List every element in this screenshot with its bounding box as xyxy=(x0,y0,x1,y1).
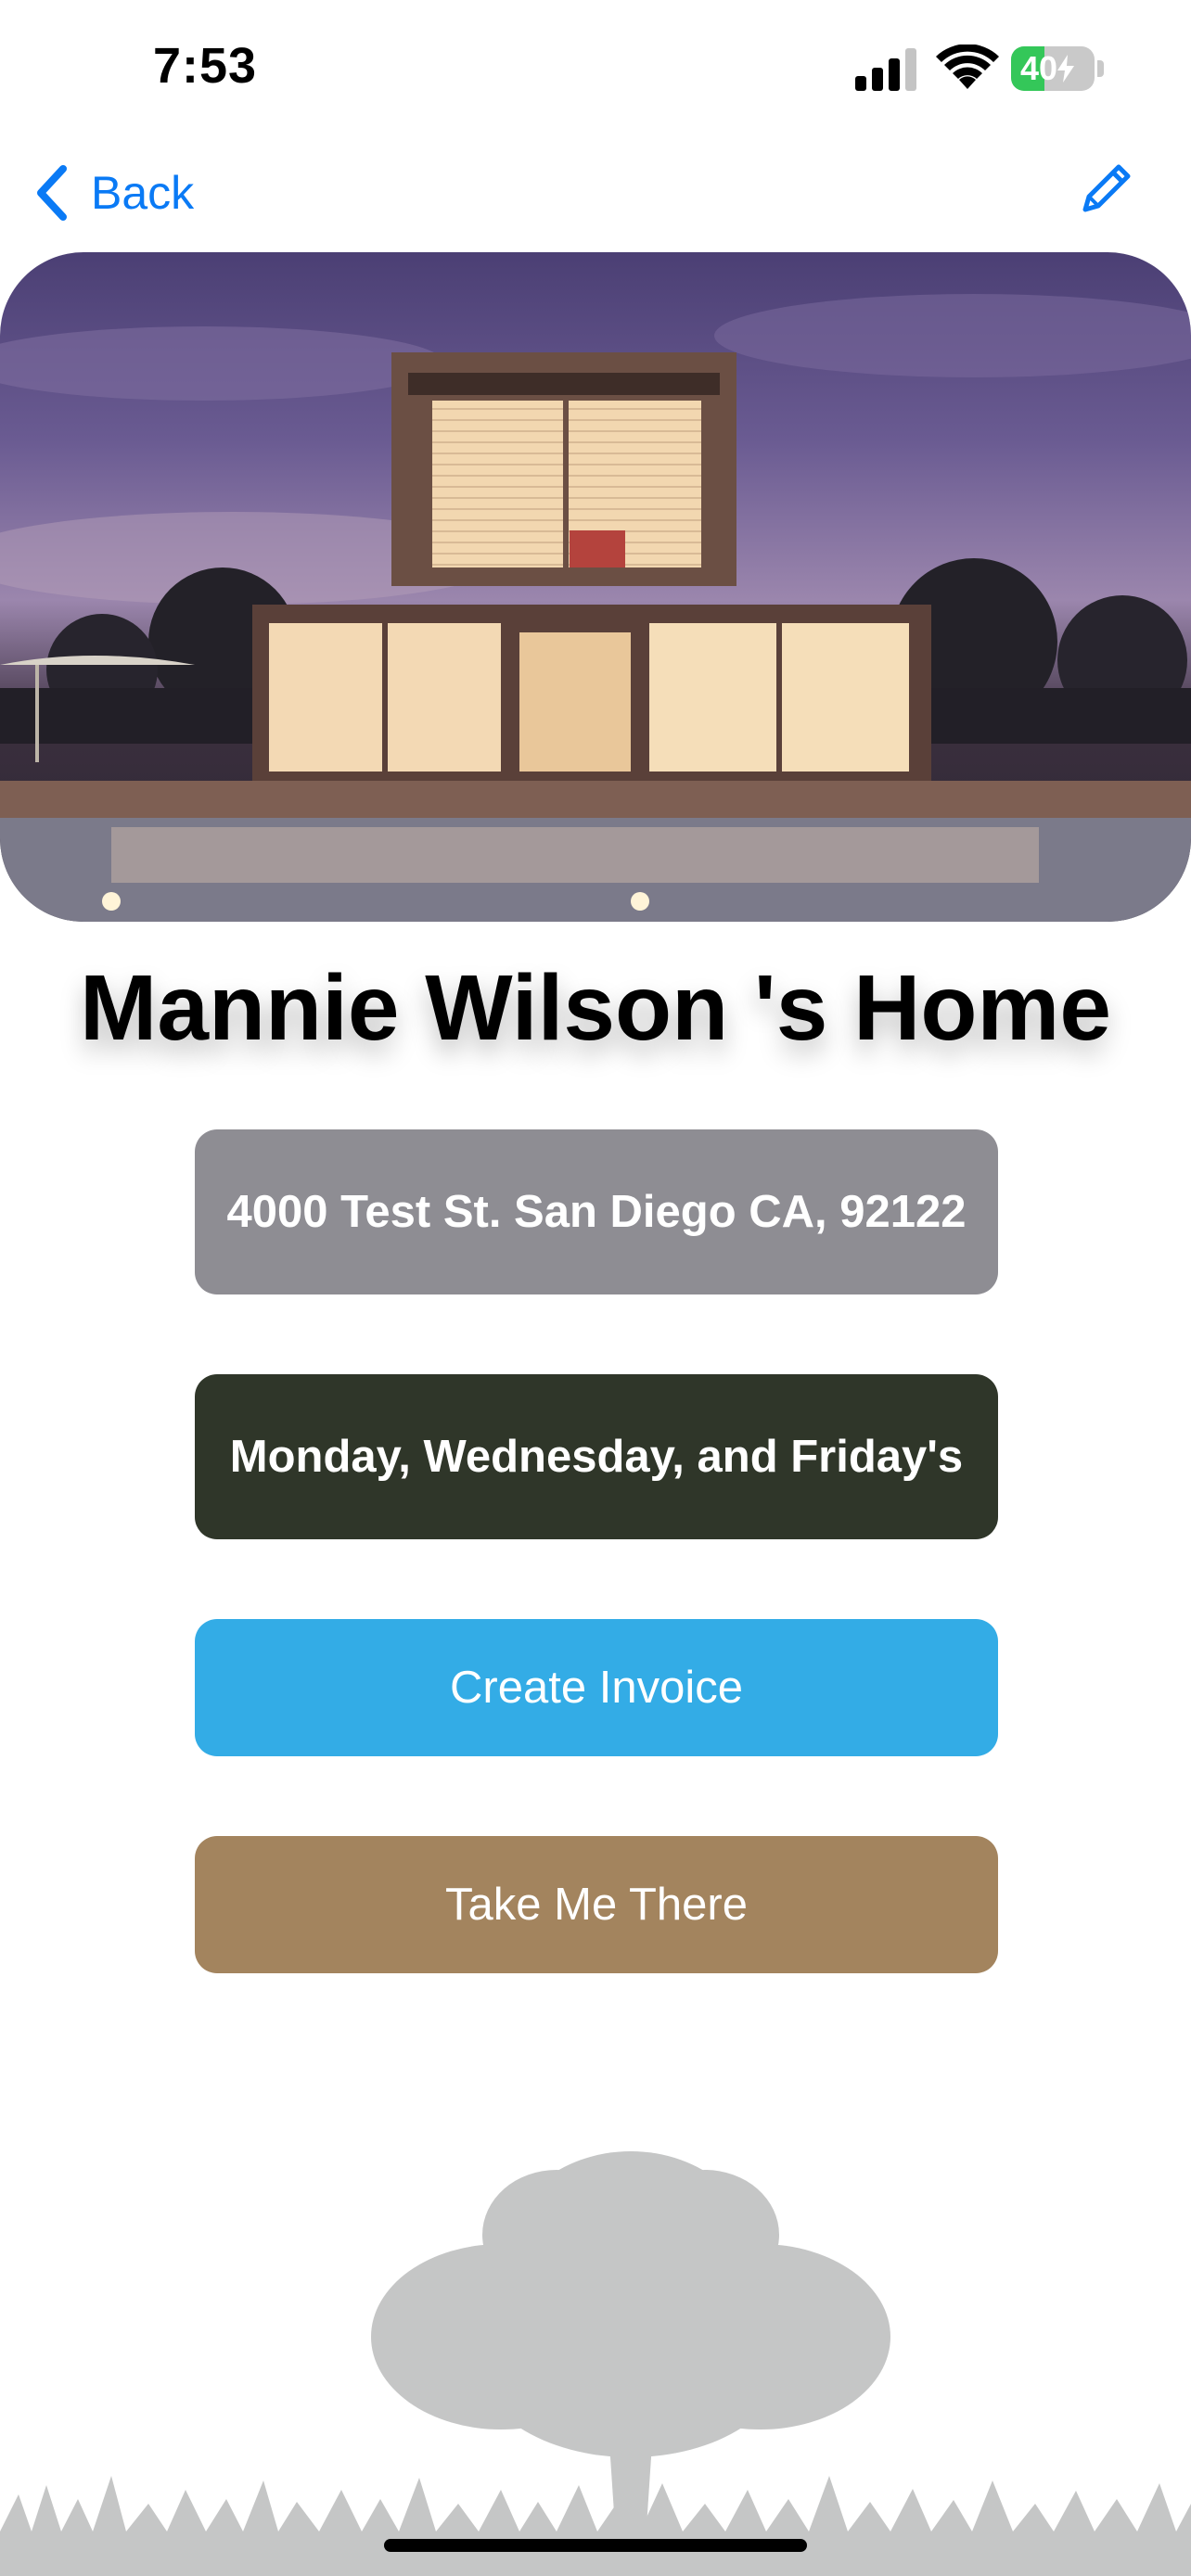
chevron-left-icon xyxy=(37,165,67,221)
tree-illustration xyxy=(0,2151,1191,2576)
schedule-label: Monday, Wednesday, and Friday's xyxy=(195,1374,998,1539)
create-invoice-button[interactable]: Create Invoice xyxy=(195,1619,998,1756)
bolt-icon xyxy=(1057,55,1075,83)
signal-icon xyxy=(855,48,916,91)
home-photo xyxy=(0,252,1191,922)
home-indicator xyxy=(384,2539,807,2552)
back-button[interactable]: Back xyxy=(33,158,194,228)
status-time: 7:53 xyxy=(153,38,258,94)
battery-level: 40 xyxy=(1019,49,1058,87)
status-bar: 7:53 40 xyxy=(0,0,1191,139)
wifi-icon xyxy=(936,45,999,89)
back-label: Back xyxy=(91,167,195,219)
house-illustration xyxy=(0,294,1191,922)
take-me-there-button[interactable]: Take Me There xyxy=(195,1836,998,1973)
battery-cap xyxy=(1097,60,1104,77)
address-label: 4000 Test St. San Diego CA, 92122 xyxy=(195,1129,998,1294)
property-detail-screen: 7:53 40 Back Mannie Wilson 's Home 4000 … xyxy=(0,0,1191,2576)
battery-charging-icon: 40 xyxy=(1011,46,1104,93)
pencil-icon[interactable] xyxy=(1076,159,1135,219)
page-title: Mannie Wilson 's Home xyxy=(80,956,1111,1060)
battery-body: 40 xyxy=(1011,46,1095,91)
